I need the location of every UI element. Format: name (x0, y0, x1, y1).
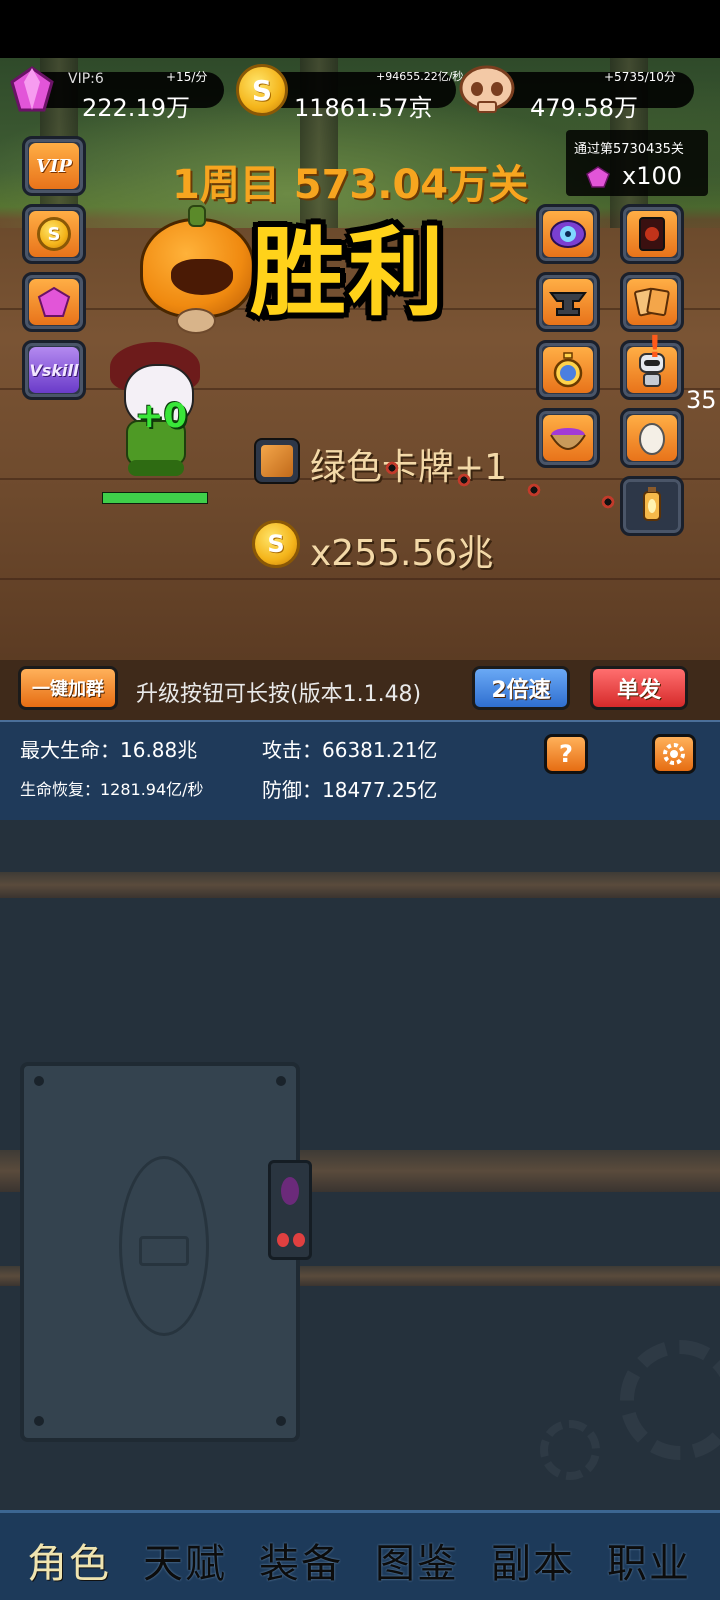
stage-passed-box: 通过第5730435关 x100 (566, 130, 708, 196)
vip-level: VIP:6 (68, 71, 104, 87)
rock (176, 308, 216, 334)
vault-door (20, 1062, 300, 1442)
lock-light (277, 1233, 289, 1247)
hero-hp-bar (102, 492, 208, 504)
bolt (276, 1416, 286, 1426)
speed-button[interactable]: 2倍速 (472, 666, 570, 710)
bolt (34, 1416, 44, 1426)
gem-icon (37, 286, 71, 317)
nav-character[interactable]: 角色 (14, 1531, 124, 1589)
hit-spark (384, 460, 400, 476)
card-pack-button[interactable] (620, 272, 684, 332)
nav-talent[interactable]: 天赋 (130, 1531, 240, 1589)
bottom-nav: 角色 天赋 装备 图鉴 副本 职业 (0, 1510, 720, 1600)
version-text: 升级按钮可长按(版本1.1.48) (136, 682, 422, 707)
hit-spark (600, 494, 616, 510)
nav-equipment[interactable]: 装备 (246, 1531, 356, 1589)
stat-max-hp: 最大生命：16.88兆 (20, 738, 198, 762)
bolt (276, 1076, 286, 1086)
stopwatch-button[interactable] (536, 340, 600, 400)
help-button[interactable]: ? (544, 734, 588, 774)
coin-icon: S (236, 64, 288, 116)
gem-icon (10, 66, 54, 112)
coin-counter: S +94655.22亿/秒 11861.57京 (234, 64, 463, 122)
card-icon (261, 445, 293, 477)
bolt (34, 1076, 44, 1086)
gem-rate: +15/分 (166, 70, 208, 84)
hit-spark (456, 472, 472, 488)
machine-room-background (0, 820, 720, 1510)
status-bar (0, 0, 720, 58)
nav-class[interactable]: 职业 (594, 1531, 704, 1589)
potion-button[interactable] (536, 408, 600, 468)
skull-counter: +5735/10分 479.58万 (458, 64, 694, 122)
vskill-icon: Vskill (29, 347, 79, 393)
floor-plank (0, 578, 720, 580)
victory-banner: 胜利 (250, 217, 446, 329)
coin-shop-button[interactable]: S (22, 204, 86, 264)
hero-feet (128, 460, 184, 476)
stopwatch-icon (553, 352, 583, 388)
loot-card (254, 438, 300, 484)
coin-icon: S (252, 520, 300, 568)
coin-rate: +94655.22亿/秒 (376, 70, 464, 83)
nav-codex[interactable]: 图鉴 (362, 1531, 472, 1589)
hero-hp-fill (103, 493, 207, 503)
gem-shop-button[interactable] (22, 272, 86, 332)
join-group-button[interactable]: 一键加群 (18, 666, 118, 710)
settings-button[interactable] (652, 734, 696, 774)
loot-coin-text: x255.56兆 (310, 533, 494, 574)
eye-monster-icon (550, 220, 586, 248)
stat-regen: 生命恢复：1281.94亿/秒 (20, 780, 204, 799)
coin-icon: S (37, 217, 71, 251)
egg-icon (639, 423, 665, 455)
lock-eye (281, 1177, 299, 1205)
gem-icon (586, 166, 610, 188)
vskill-button[interactable]: Vskill (22, 340, 86, 400)
pumpkin-mouth (171, 259, 233, 295)
lantern-button[interactable] (620, 476, 684, 536)
coin-value: 11861.57京 (294, 94, 433, 122)
forge-button[interactable] (536, 272, 600, 332)
stage-reward-count: x100 (622, 162, 683, 190)
offscreen-enemy-marker: ! (648, 330, 662, 365)
skull-rate: +5735/10分 (604, 70, 676, 84)
vault-lock (268, 1160, 312, 1260)
lock-light (293, 1233, 305, 1247)
stage-passed-label: 通过第5730435关 (574, 142, 684, 157)
monster-button[interactable] (536, 204, 600, 264)
skull-value: 479.58万 (530, 94, 638, 122)
fire-mode-button[interactable]: 单发 (590, 666, 688, 710)
lantern-icon (643, 487, 661, 521)
action-bar: 一键加群 升级按钮可长按(版本1.1.48) 2倍速 单发 (0, 660, 720, 720)
pumpkin-stem (188, 205, 206, 227)
anvil-icon (549, 292, 587, 316)
damage-number: +0 (135, 396, 188, 436)
offscreen-number: 35 (686, 386, 717, 414)
dark-card-button[interactable] (620, 204, 684, 264)
loot-card-text: 绿色卡牌+1 (310, 447, 508, 488)
gear-decoration (620, 1340, 720, 1460)
gem-counter: VIP:6 +15/分 222.19万 (0, 64, 232, 122)
card-pack-icon (634, 287, 670, 317)
dark-card-icon (639, 217, 665, 251)
vip-button[interactable]: VIP (22, 136, 86, 196)
pipe (0, 872, 720, 898)
potion-bowl-icon (550, 428, 586, 450)
stat-attack: 攻击：66381.21亿 (262, 738, 438, 762)
gem-value: 222.19万 (82, 94, 190, 122)
gear-decoration (540, 1420, 600, 1480)
vip-icon: VIP (29, 143, 79, 189)
egg-button[interactable] (620, 408, 684, 468)
pumpkin-enemy (140, 205, 255, 318)
vault-handle (139, 1236, 189, 1266)
gear-icon (663, 743, 685, 765)
hit-spark (526, 482, 542, 498)
skull-icon (459, 65, 515, 113)
stat-defense: 防御：18477.25亿 (262, 778, 438, 802)
nav-dungeon[interactable]: 副本 (478, 1531, 588, 1589)
